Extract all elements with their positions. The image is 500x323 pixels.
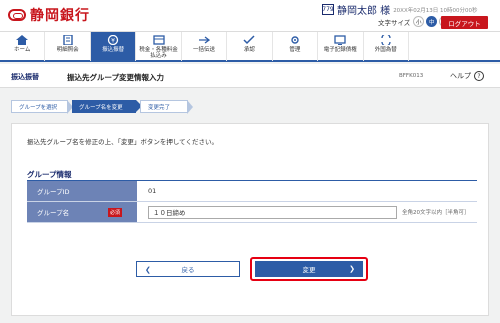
nav-label: ホーム (14, 47, 31, 53)
step-change-complete: 変更完了 (140, 100, 193, 114)
instruction-text: 振込先グループ名を修正の上、「変更」ボタンを押してください。 (27, 138, 218, 146)
home-icon (16, 35, 29, 45)
progress-steps: グループを選択 グループ名を変更 変更完了 (11, 100, 193, 114)
nav-item-tax-payment[interactable]: 税金・各種料金 払込み (136, 32, 182, 61)
svg-text:¥: ¥ (111, 38, 115, 45)
header: 静岡銀行 779 静岡太郎 様 20XX年02月13日 10時00分00秒 文字… (0, 0, 500, 31)
bank-logo[interactable]: 静岡銀行 (8, 5, 90, 25)
group-id-label: グループID (27, 181, 137, 201)
nav-item-management[interactable]: 管理 (273, 32, 319, 61)
main-panel: 振込先グループ名を修正の上、「変更」ボタンを押してください。 グループ情報 グル… (11, 123, 489, 316)
nav-label: 外国為替 (374, 47, 397, 53)
user-name: 静岡太郎 様 (337, 6, 391, 17)
electronic-bond-icon (334, 35, 346, 45)
nav-label: 明細照会 (56, 47, 79, 53)
change-label: 変更 (302, 266, 316, 274)
logout-button[interactable]: ログアウト (441, 16, 488, 29)
required-badge: 必須 (108, 208, 122, 217)
table-row: グループID 01 (27, 181, 477, 202)
nav-item-approval[interactable]: 承認 (227, 32, 273, 61)
step-change-group-name: グループ名を変更 (72, 100, 142, 113)
nav-label: 一括伝送 (192, 47, 215, 53)
chevron-left-icon: ❮ (145, 266, 151, 274)
global-nav: ホーム 明細照会 ¥ 振込振替 税金・各種料金 払込み 一括伝送 承認 管理 電… (0, 31, 500, 62)
nav-label: 電子記録債権 (323, 47, 357, 53)
group-info-table: グループID 01 グループ名 必須 １０日締め 全角20文字以内［半角可］ (27, 181, 477, 223)
login-time: 20XX年02月13日 10時00分00秒 (393, 7, 478, 14)
bank-name: 静岡銀行 (30, 8, 90, 24)
table-row: グループ名 必須 １０日締め 全角20文字以内［半角可］ (27, 202, 477, 223)
approval-icon (243, 35, 255, 45)
nav-item-foreign-exchange[interactable]: 外国為替 (364, 32, 409, 61)
help-label: ヘルプ (450, 72, 471, 80)
group-name-label: グループ名 (37, 209, 70, 217)
user-area: 779 静岡太郎 様 20XX年02月13日 10時00分00秒 (322, 2, 477, 17)
menu-name: 振込振替 (11, 73, 39, 81)
group-name-hint: 全角20文字以内［半角可］ (402, 210, 470, 216)
font-size-label: 文字サイズ (378, 18, 411, 27)
user-badge-icon: 779 (322, 4, 334, 15)
foreign-exchange-icon (380, 35, 392, 45)
group-name-input[interactable]: １０日締め (148, 205, 397, 219)
nav-item-statement[interactable]: 明細照会 (45, 32, 91, 61)
bank-logo-mark-icon (8, 9, 26, 21)
nav-item-home[interactable]: ホーム (0, 32, 46, 61)
font-size-medium-button[interactable]: 中 (426, 16, 438, 27)
title-bar: 振込振替 振込先グループ変更情報入力 BFFK013 ヘルプ ? (0, 64, 500, 88)
screen-code: BFFK013 (399, 73, 424, 79)
nav-item-batch-transfer[interactable]: 一括伝送 (182, 32, 228, 61)
step-select-group: グループを選択 (11, 100, 73, 114)
tax-icon (152, 35, 165, 45)
back-label: 戻る (181, 266, 195, 274)
back-button[interactable]: ❮ 戻る (136, 261, 240, 277)
nav-item-electronic-bond[interactable]: 電子記録債権 (318, 32, 364, 61)
font-size-small-button[interactable]: 小 (413, 16, 425, 27)
settings-icon (289, 35, 301, 45)
change-button[interactable]: 変更 ❯ (255, 261, 363, 277)
nav-item-transfer[interactable]: ¥ 振込振替 (90, 32, 137, 61)
help-icon: ? (474, 71, 484, 81)
page: 静岡銀行 779 静岡太郎 様 20XX年02月13日 10時00分00秒 文字… (0, 0, 500, 323)
batch-transfer-icon (198, 35, 210, 45)
help-link[interactable]: ヘルプ ? (450, 71, 484, 81)
group-name-header: グループ名 必須 (27, 202, 137, 222)
group-id-value: 01 (137, 181, 477, 201)
section-title: グループ情報 (27, 170, 72, 179)
page-title: 振込先グループ変更情報入力 (67, 73, 165, 82)
chevron-right-icon: ❯ (349, 265, 355, 273)
group-name-cell: １０日締め 全角20文字以内［半角可］ (137, 202, 477, 222)
nav-label: 承認 (243, 47, 255, 53)
nav-label: 税金・各種料金 払込み (139, 47, 178, 59)
nav-label: 管理 (289, 47, 301, 53)
nav-label: 振込振替 (102, 47, 125, 53)
transfer-icon: ¥ (107, 35, 119, 45)
statement-icon (62, 35, 74, 45)
